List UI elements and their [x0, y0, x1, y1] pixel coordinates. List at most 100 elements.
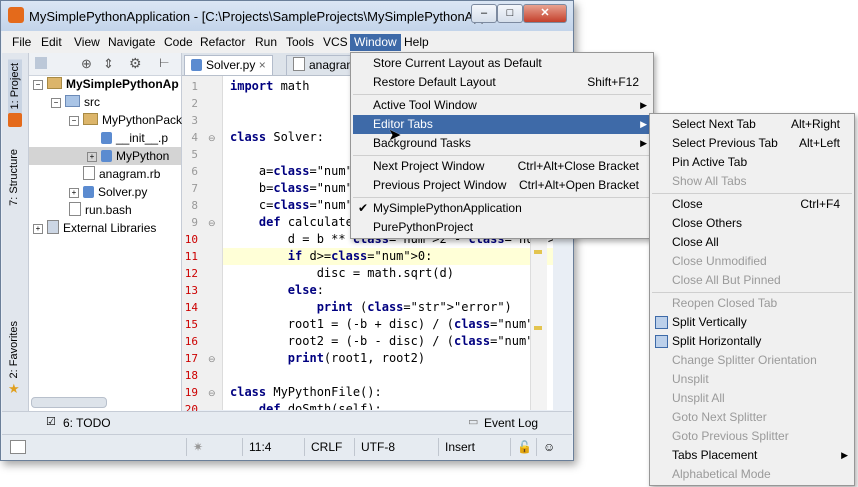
- collapse-all-icon[interactable]: ⇕: [103, 56, 114, 72]
- editor-gutter: 1 2 3 4 5 6 7 8 9 10 11 12 13 14 15 16 1…: [182, 76, 223, 416]
- expand-icon[interactable]: +: [33, 224, 43, 234]
- tree-item-external-libraries[interactable]: + External Libraries: [29, 219, 181, 237]
- menu-item-previous-project-window[interactable]: Previous Project Window Ctrl+Alt+Open Bra…: [353, 176, 651, 195]
- tree-item-anagram[interactable]: anagram.rb: [29, 165, 181, 183]
- shell-file-icon: [69, 202, 81, 216]
- collapse-icon[interactable]: −: [69, 116, 79, 126]
- close-tab-icon[interactable]: ×: [259, 58, 266, 72]
- tree-item-runbash[interactable]: run.bash: [29, 201, 181, 219]
- todo-tool-tab[interactable]: 6: TODO: [63, 416, 111, 430]
- fold-icon[interactable]: ⊖: [208, 388, 216, 399]
- project-tool-tab[interactable]: 1: Project: [8, 59, 22, 114]
- insert-mode[interactable]: Insert: [438, 438, 511, 456]
- checkmark-icon: ✔: [358, 201, 369, 215]
- tree-item-solver[interactable]: + Solver.py: [29, 183, 181, 201]
- menu-item-next-project-window[interactable]: Next Project Window Ctrl+Alt+Close Bracke…: [353, 157, 651, 176]
- menu-item-select-next-tab[interactable]: Select Next Tab Alt+Right: [652, 115, 852, 134]
- menu-item-active-tool-window[interactable]: Active Tool Window ▶: [353, 96, 651, 115]
- menu-item-change-splitter-orientation: Change Splitter Orientation: [672, 353, 817, 367]
- menu-navigate[interactable]: Navigate: [104, 34, 159, 51]
- menu-item-close[interactable]: Close Ctrl+F4: [652, 195, 852, 214]
- maximize-button[interactable]: □: [497, 4, 523, 23]
- menu-item-split-vertically[interactable]: Split Vertically: [652, 313, 852, 332]
- line-number: 14: [184, 301, 198, 314]
- favorites-tool-tab[interactable]: 2: Favorites: [8, 321, 20, 378]
- collapse-icon[interactable]: −: [51, 98, 61, 108]
- hide-panel-icon[interactable]: ⊢: [159, 56, 169, 70]
- menu-tools[interactable]: Tools: [282, 34, 318, 51]
- menu-item-store-layout[interactable]: Store Current Layout as Default: [353, 54, 651, 73]
- expand-icon[interactable]: +: [87, 152, 97, 162]
- encoding-select[interactable]: UTF-8: [354, 438, 437, 456]
- menu-item-select-previous-tab[interactable]: Select Previous Tab Alt+Left: [652, 134, 852, 153]
- scroll-from-source-icon[interactable]: ⊕: [81, 56, 92, 72]
- menu-item-pin-active-tab[interactable]: Pin Active Tab: [652, 153, 852, 172]
- code-line: def calculate: [258, 215, 353, 229]
- menu-window[interactable]: Window: [350, 34, 401, 51]
- fold-icon[interactable]: ⊖: [208, 218, 216, 229]
- menu-item-split-horizontally[interactable]: Split Horizontally: [652, 332, 852, 351]
- fold-icon[interactable]: ⊖: [208, 133, 216, 144]
- split-horizontal-icon: [655, 335, 668, 348]
- tree-item-root[interactable]: − MySimplePythonAp: [29, 75, 181, 93]
- line-number: 7: [191, 182, 198, 195]
- menu-item-tabs-placement[interactable]: Tabs Placement ▶: [652, 446, 852, 465]
- code-line: class Solver:: [230, 130, 324, 144]
- line-number: 12: [184, 267, 198, 280]
- gear-icon[interactable]: ⚙: [129, 55, 142, 72]
- toggle-tool-buttons-icon[interactable]: [10, 440, 26, 454]
- close-button[interactable]: ✕: [523, 4, 567, 23]
- menu-run[interactable]: Run: [251, 34, 281, 51]
- todo-icon: ☑: [46, 416, 56, 428]
- menu-item-unsplit-all: Unsplit All: [672, 391, 725, 405]
- menu-item-close-all[interactable]: Close All: [652, 233, 852, 252]
- menu-code[interactable]: Code: [160, 34, 197, 51]
- code-line: b=class="num">2: [230, 181, 368, 195]
- structure-tool-tab[interactable]: 7: Structure: [8, 149, 20, 206]
- menu-item-unsplit: Unsplit: [672, 372, 709, 386]
- editor-tab-bar: Solver.py × anagram: [182, 53, 364, 76]
- background-tasks-icon[interactable]: ✷: [186, 438, 223, 456]
- tree-item-init[interactable]: __init__.p: [29, 129, 181, 147]
- code-line: import math: [230, 79, 310, 93]
- tree-item-src[interactable]: − src: [29, 93, 181, 111]
- minimize-button[interactable]: –: [471, 4, 497, 23]
- warning-marker[interactable]: [534, 250, 542, 254]
- menu-file[interactable]: File: [8, 34, 35, 51]
- tree-item-package[interactable]: − MyPythonPacka: [29, 111, 189, 129]
- view-mode-icon[interactable]: [35, 57, 47, 69]
- tab-solver[interactable]: Solver.py ×: [184, 55, 273, 75]
- code-line: a=class="num">1: [230, 164, 368, 178]
- python-file-icon: [101, 150, 112, 162]
- lock-icon[interactable]: 🔓: [510, 438, 537, 456]
- event-log-tool-tab[interactable]: Event Log: [484, 416, 538, 430]
- caret-position[interactable]: 11:4: [242, 438, 289, 456]
- expand-icon[interactable]: +: [69, 188, 79, 198]
- folder-icon: [47, 77, 62, 89]
- inspector-icon[interactable]: ☺: [536, 438, 563, 456]
- line-number: 8: [191, 199, 198, 212]
- menu-item-goto-next-splitter: Goto Next Splitter: [672, 410, 767, 424]
- menu-vcs[interactable]: VCS: [319, 34, 352, 51]
- line-separator-select[interactable]: CRLF: [304, 438, 351, 456]
- split-vertical-icon: [655, 316, 668, 329]
- menu-view[interactable]: View: [70, 34, 104, 51]
- warning-marker[interactable]: [534, 326, 542, 330]
- menu-help[interactable]: Help: [400, 34, 433, 51]
- menu-item-restore-layout[interactable]: Restore Default Layout Shift+F12: [353, 73, 651, 92]
- menu-separator: [353, 155, 651, 156]
- menu-edit[interactable]: Edit: [37, 34, 66, 51]
- menu-item-close-others[interactable]: Close Others: [652, 214, 852, 233]
- line-number: 9: [191, 216, 198, 229]
- menu-refactor[interactable]: Refactor: [196, 34, 249, 51]
- line-number: 18: [184, 369, 198, 382]
- mouse-cursor-icon: ➤: [388, 127, 402, 144]
- fold-icon[interactable]: ⊖: [208, 354, 216, 365]
- tree-item-mypython[interactable]: + MyPython: [29, 147, 181, 165]
- menu-item-project-mysimplepythonapplication[interactable]: ✔ MySimplePythonApplication: [353, 199, 651, 218]
- menu-item-project-purepythonproject[interactable]: PurePythonProject: [353, 218, 651, 237]
- horizontal-scrollbar[interactable]: [31, 397, 107, 408]
- code-line: root2 = (-b - disc) / (class="num">2 * a…: [230, 334, 548, 348]
- title-bar[interactable]: MySimplePythonApplication - [C:\Projects…: [1, 1, 573, 31]
- collapse-icon[interactable]: −: [33, 80, 43, 90]
